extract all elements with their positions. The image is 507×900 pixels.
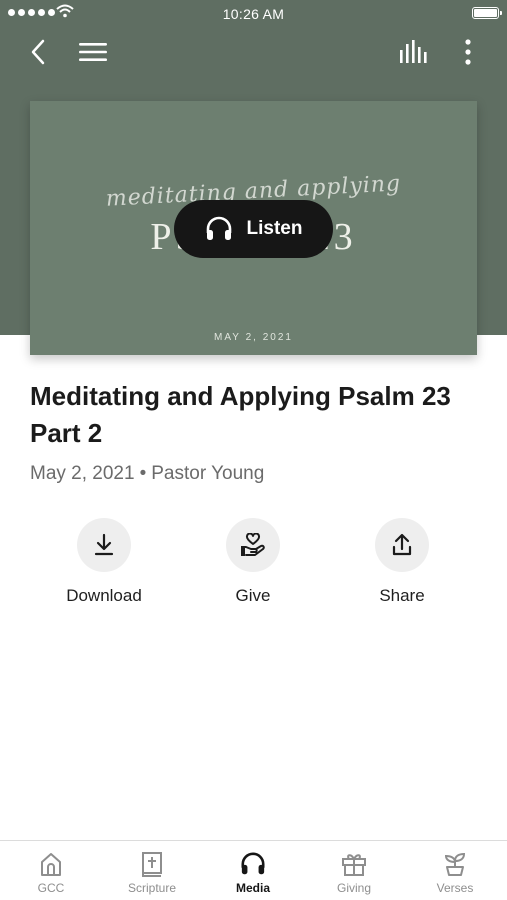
bar-chart-icon bbox=[400, 40, 427, 63]
download-button-circle bbox=[77, 518, 131, 572]
status-time: 10:26 AM bbox=[222, 6, 285, 22]
tab-scripture-label: Scripture bbox=[127, 881, 177, 895]
tab-verses[interactable]: Verses bbox=[405, 849, 505, 895]
listen-button-label: Listen bbox=[246, 218, 303, 239]
vertical-ellipsis-icon bbox=[465, 39, 471, 65]
tab-giving-label: Giving bbox=[336, 881, 371, 895]
tab-verses-label: Verses bbox=[436, 881, 474, 895]
tab-gcc-label: GCC bbox=[37, 881, 65, 895]
meta-separator: • bbox=[139, 463, 147, 484]
bible-icon bbox=[142, 852, 162, 877]
giving-hand-heart-icon bbox=[241, 533, 265, 556]
sermon-title: Meditating and Applying Psalm 23 Part 2 bbox=[30, 381, 451, 448]
tab-bar: GCC Scripture Media Giving Verses bbox=[0, 840, 507, 900]
share-label: Share bbox=[379, 586, 425, 605]
more-options-button[interactable] bbox=[454, 36, 482, 68]
tab-gcc[interactable]: GCC bbox=[1, 849, 101, 895]
share-icon bbox=[392, 533, 412, 556]
back-button[interactable] bbox=[22, 36, 54, 68]
download-label: Download bbox=[66, 586, 142, 605]
download-button[interactable]: Download bbox=[44, 518, 164, 606]
headphones-icon bbox=[241, 852, 265, 875]
tab-media-label: Media bbox=[235, 881, 270, 895]
headphones-icon bbox=[206, 216, 231, 240]
sermon-speaker: Pastor Young bbox=[151, 463, 265, 484]
download-icon bbox=[94, 533, 114, 556]
gift-icon bbox=[342, 854, 366, 876]
tab-scripture[interactable]: Scripture bbox=[102, 849, 202, 895]
listen-button[interactable]: Listen bbox=[174, 200, 333, 258]
tab-media[interactable]: Media bbox=[203, 849, 303, 895]
tab-giving[interactable]: Giving bbox=[304, 849, 404, 895]
give-button[interactable]: Give bbox=[193, 518, 313, 606]
battery-icon bbox=[472, 7, 502, 19]
church-icon bbox=[41, 853, 61, 876]
give-label: Give bbox=[235, 586, 271, 605]
artwork-date-text: MAY 2, 2021 bbox=[214, 332, 293, 343]
share-button[interactable]: Share bbox=[342, 518, 462, 606]
sermon-meta: May 2, 2021 • Pastor Young bbox=[30, 463, 264, 485]
plant-icon bbox=[444, 852, 466, 876]
menu-button[interactable] bbox=[76, 36, 110, 68]
status-bar: 10:26 AM bbox=[0, 0, 507, 28]
hamburger-menu-icon bbox=[79, 43, 107, 61]
share-button-circle bbox=[375, 518, 429, 572]
sermon-date: May 2, 2021 bbox=[30, 463, 135, 484]
chevron-left-icon bbox=[31, 39, 45, 65]
action-row: Download Give Share bbox=[0, 518, 507, 618]
audio-stats-button[interactable] bbox=[396, 36, 434, 68]
give-button-circle bbox=[226, 518, 280, 572]
